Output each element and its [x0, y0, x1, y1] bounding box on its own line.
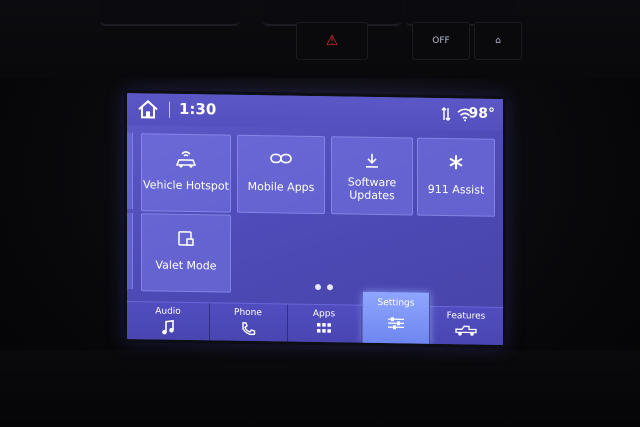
- clock: 1:30: [179, 99, 217, 119]
- hill-descent-icon: ⌂: [495, 36, 501, 46]
- hotspot-icon: [175, 151, 197, 168]
- dashboard-bottom-panel: [0, 350, 640, 427]
- traction-off-label: OFF: [432, 36, 450, 46]
- tab-label: Phone: [234, 307, 262, 319]
- download-icon: [366, 153, 378, 168]
- hazard-button[interactable]: ⚠: [296, 22, 368, 60]
- tab-label: Settings: [377, 297, 415, 309]
- signal-icon: [441, 106, 451, 122]
- home-icon[interactable]: [137, 99, 159, 119]
- hazard-icon: ⚠: [325, 33, 339, 49]
- tile-vehicle-hotspot[interactable]: Vehicle Hotspot: [141, 133, 231, 213]
- page-indicator: [315, 284, 333, 291]
- tab-apps[interactable]: Apps: [287, 304, 362, 346]
- tile-label: Vehicle Hotspot: [143, 178, 229, 193]
- dashboard-top-panel: ⚠ OFF ⌂: [0, 0, 640, 78]
- tab-label: Apps: [312, 308, 336, 320]
- tile-label: 911 Assist: [427, 182, 485, 197]
- page-dot-2[interactable]: [327, 284, 333, 291]
- tile-valet-mode[interactable]: Valet Mode: [141, 213, 231, 293]
- tile-label-line2: Updates: [349, 188, 395, 203]
- sliders-icon: [388, 317, 404, 330]
- tile-label: Mobile Apps: [247, 179, 315, 194]
- tile-software-updates[interactable]: Software Updates: [331, 136, 413, 216]
- previous-page-tile-edge-2: [127, 213, 133, 290]
- tab-label: Audio: [155, 306, 181, 317]
- tab-settings[interactable]: Settings: [363, 291, 430, 347]
- assist-icon: [449, 155, 463, 170]
- music-note-icon: [162, 319, 174, 335]
- page-dot-1[interactable]: [315, 284, 321, 291]
- link-icon: [270, 153, 292, 164]
- bottom-tab-bar: Audio Phone Apps Settings Features: [127, 291, 503, 348]
- hill-descent-button[interactable]: ⌂: [474, 22, 522, 60]
- truck-icon: [455, 325, 477, 336]
- tab-features[interactable]: Features: [429, 307, 503, 348]
- traction-control-button[interactable]: OFF: [412, 22, 470, 60]
- status-bar: 1:30 98°: [127, 93, 503, 131]
- control-knob-left[interactable]: [100, 0, 240, 26]
- tile-label: Valet Mode: [155, 258, 217, 273]
- previous-page-tile-edge: [127, 133, 133, 210]
- status-separator: [169, 101, 170, 118]
- tile-label-line1: Software: [347, 175, 397, 190]
- temperature: 98°: [468, 105, 495, 122]
- tab-audio[interactable]: Audio: [127, 302, 210, 344]
- infotainment-screen: 1:30 98° Vehicle Hotspot Mobile Apps Sof…: [124, 90, 506, 349]
- tab-phone[interactable]: Phone: [209, 303, 288, 345]
- phone-icon: [242, 322, 256, 336]
- grid-icon: [317, 323, 331, 333]
- valet-icon: [178, 231, 194, 246]
- tile-911-assist[interactable]: 911 Assist: [417, 137, 495, 217]
- tab-label: Features: [446, 311, 486, 322]
- tile-mobile-apps[interactable]: Mobile Apps: [237, 134, 325, 215]
